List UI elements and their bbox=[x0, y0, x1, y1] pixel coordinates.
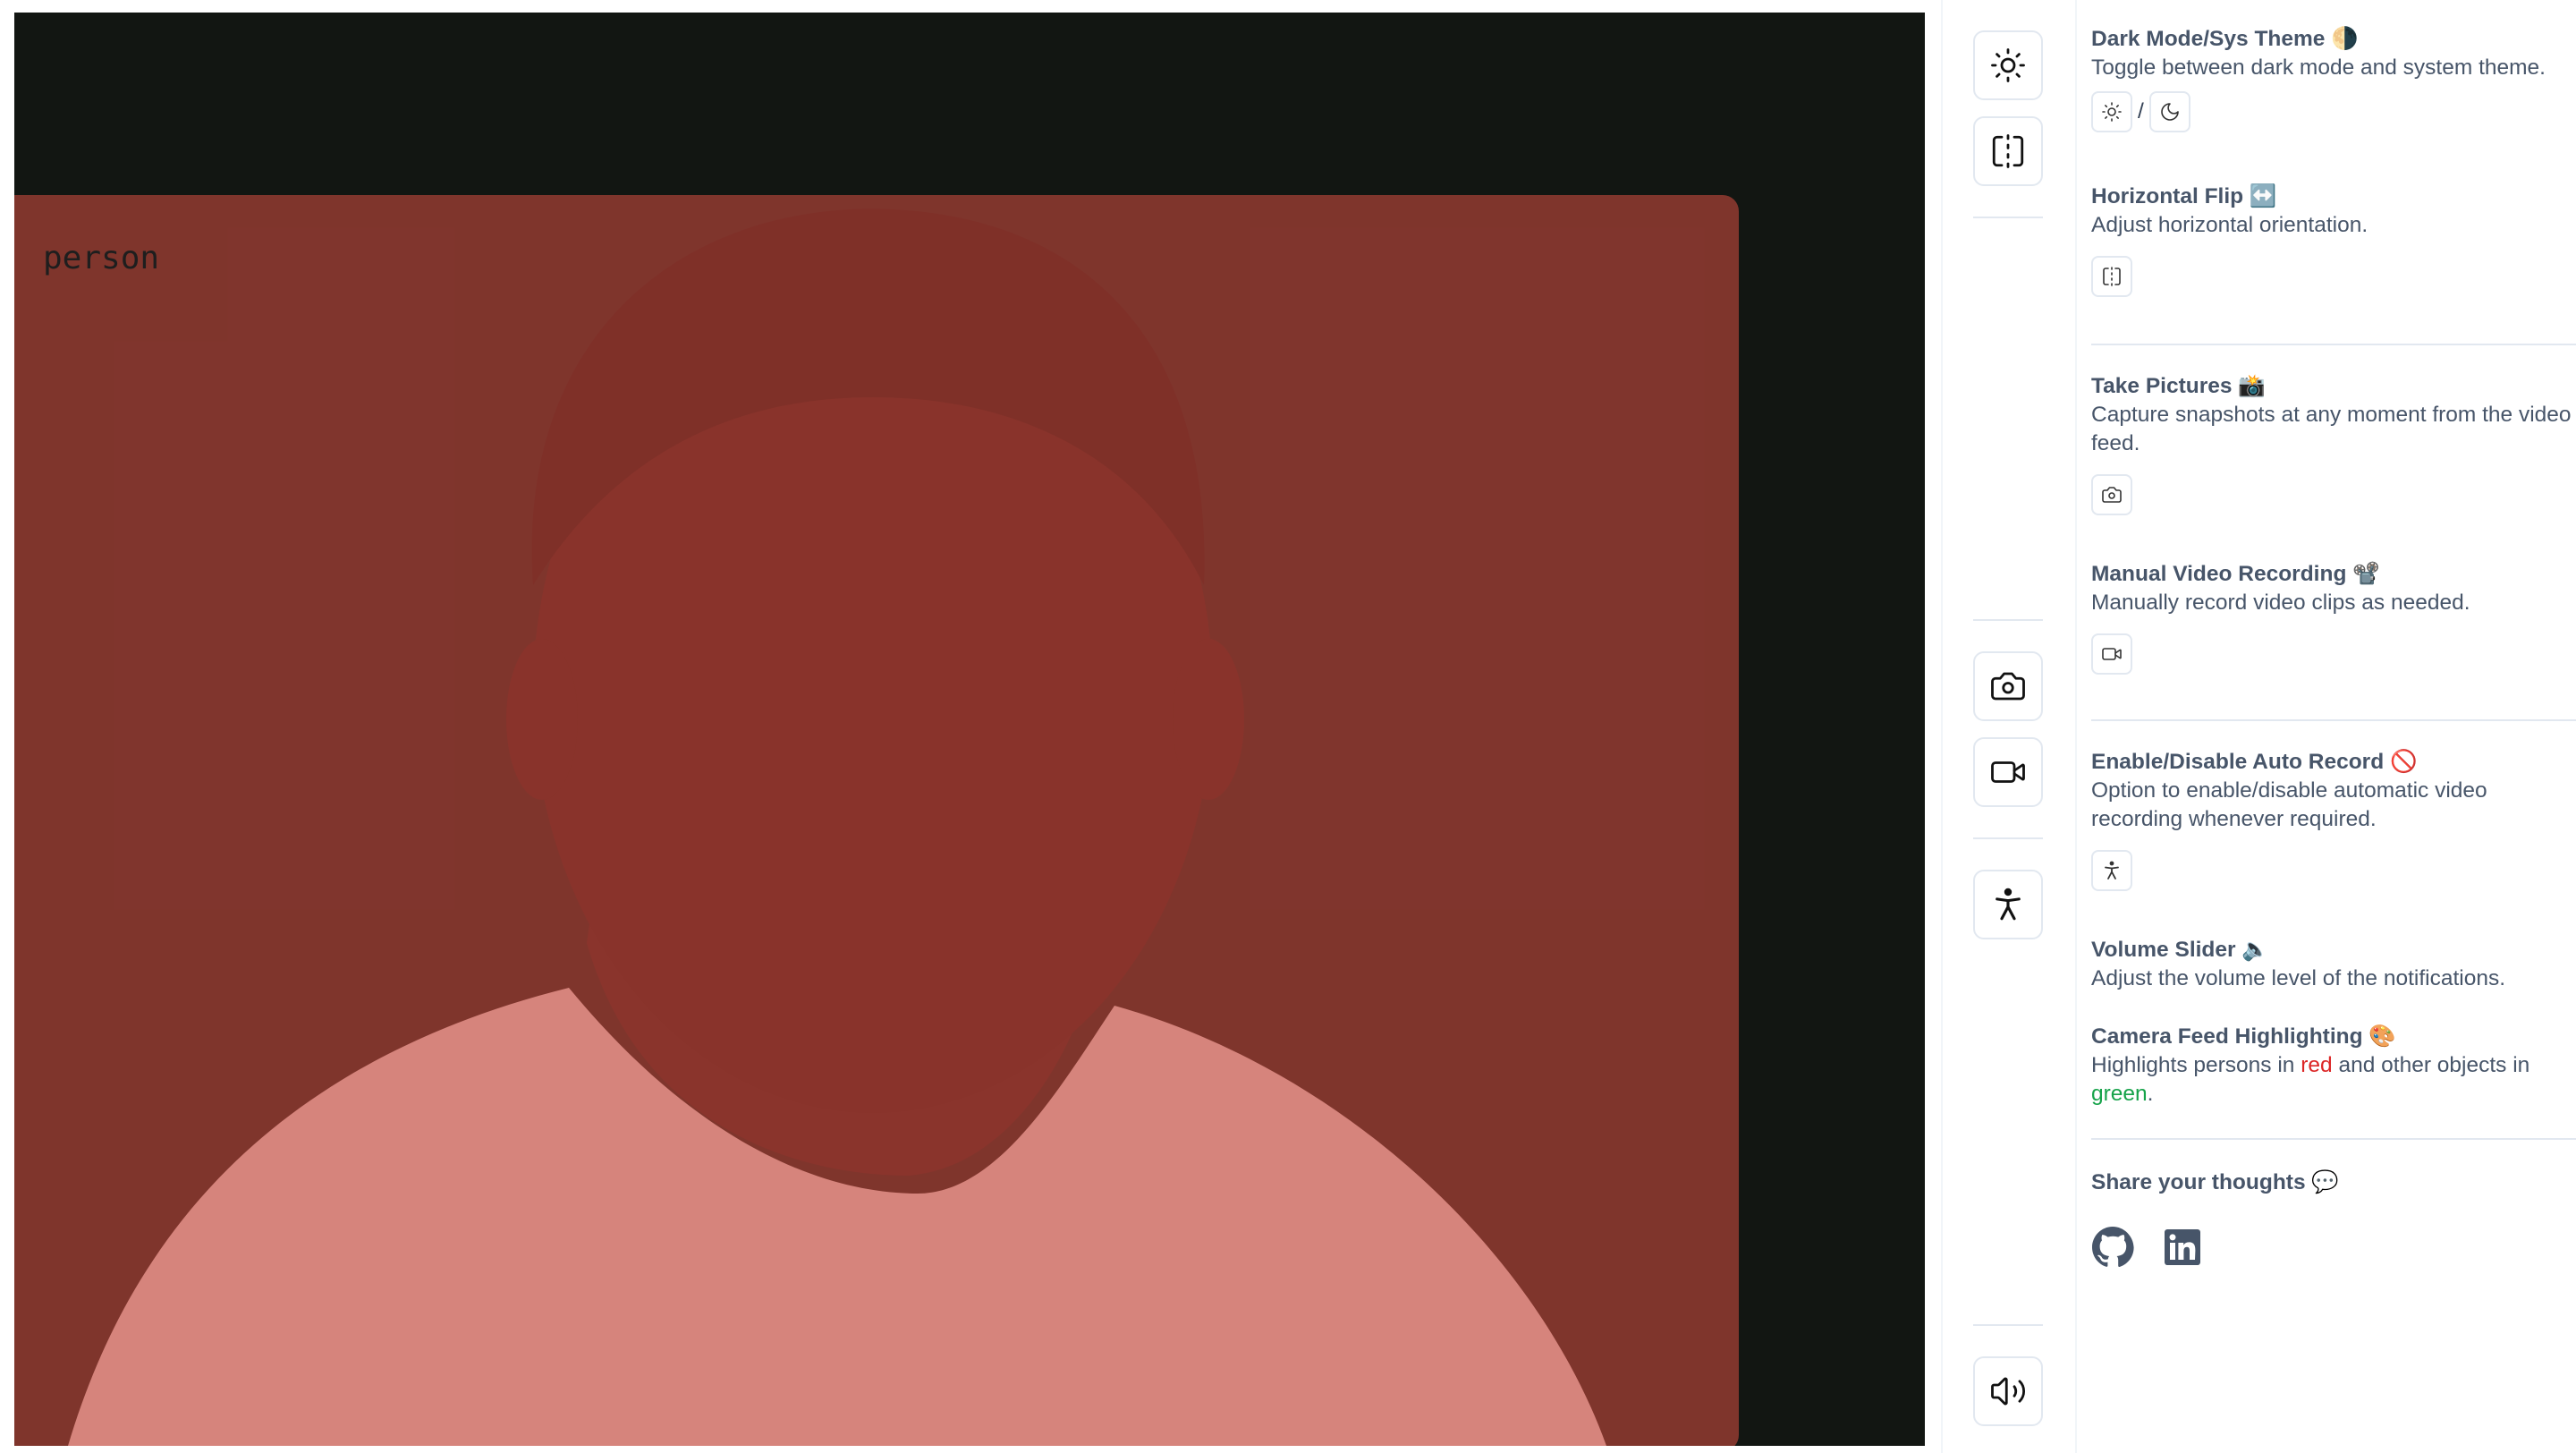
highlighting-desc-text: Highlights persons in bbox=[2091, 1053, 2301, 1077]
dark-mode-desc: Toggle between dark mode and system them… bbox=[2091, 55, 2546, 80]
auto-record-toggle-button[interactable] bbox=[1973, 870, 2043, 939]
auto-record-section: Enable/Disable Auto Record 🚫 Option to e… bbox=[2091, 748, 2574, 891]
detection-label: person bbox=[43, 240, 160, 276]
record-video-button[interactable] bbox=[1973, 737, 2043, 807]
toolbar-divider bbox=[1973, 619, 2043, 621]
theme-separator: / bbox=[2138, 99, 2144, 123]
camera-feed: person bbox=[14, 13, 1925, 1446]
person-detection-box bbox=[14, 195, 1739, 1446]
sun-icon bbox=[2102, 102, 2122, 122]
info-panel: Dark Mode/Sys Theme 🌗 Toggle between dar… bbox=[2091, 0, 2576, 1453]
panel-divider bbox=[2091, 719, 2576, 721]
camera-icon bbox=[1991, 672, 2025, 701]
theme-toggle-button[interactable] bbox=[1973, 30, 2043, 100]
flip-horizontal-icon bbox=[1992, 134, 2024, 168]
flip-mini-button[interactable] bbox=[2091, 256, 2132, 297]
volume-section: Volume Slider 🔈 Adjust the volume level … bbox=[2091, 936, 2574, 993]
highlighting-desc-text: and other objects in bbox=[2332, 1053, 2530, 1077]
volume-button[interactable] bbox=[1973, 1356, 2043, 1426]
toolbar-divider bbox=[1973, 1324, 2043, 1326]
take-pictures-section: Take Pictures 📸 Capture snapshots at any… bbox=[2091, 372, 2574, 515]
highlighting-desc-end: . bbox=[2147, 1082, 2154, 1106]
theme-mini-buttons: / bbox=[2091, 91, 2574, 132]
auto-record-desc: Option to enable/disable automatic video… bbox=[2091, 778, 2487, 831]
dark-mode-section: Dark Mode/Sys Theme 🌗 Toggle between dar… bbox=[2091, 25, 2574, 132]
volume-desc: Adjust the volume level of the notificat… bbox=[2091, 966, 2506, 990]
feedback-section: Share your thoughts 💬 bbox=[2091, 1168, 2574, 1197]
linkedin-link[interactable] bbox=[2161, 1226, 2204, 1277]
light-mode-mini-button[interactable] bbox=[2091, 91, 2132, 132]
auto-record-mini-button[interactable] bbox=[2091, 850, 2132, 891]
moon-icon bbox=[2161, 103, 2179, 121]
highlight-red-word: red bbox=[2301, 1053, 2333, 1077]
accessibility-person-icon bbox=[2105, 861, 2119, 879]
accessibility-person-icon bbox=[1996, 888, 2021, 921]
video-icon bbox=[2102, 648, 2122, 660]
recording-desc: Manually record video clips as needed. bbox=[2091, 591, 2470, 615]
pictures-desc: Capture snapshots at any moment from the… bbox=[2091, 403, 2572, 455]
highlight-green-word: green bbox=[2091, 1082, 2148, 1106]
camera-mini-button[interactable] bbox=[2091, 474, 2132, 515]
pictures-title: Take Pictures 📸 bbox=[2091, 374, 2266, 398]
auto-record-title: Enable/Disable Auto Record 🚫 bbox=[2091, 750, 2418, 774]
social-links bbox=[2091, 1226, 2204, 1277]
toolbar-divider bbox=[1973, 837, 2043, 839]
panel-divider bbox=[2091, 1138, 2576, 1140]
flip-desc: Adjust horizontal orientation. bbox=[2091, 213, 2368, 237]
github-link[interactable] bbox=[2091, 1226, 2134, 1277]
highlighting-desc: Highlights persons in red and other obje… bbox=[2091, 1051, 2574, 1109]
camera-icon bbox=[2102, 487, 2122, 503]
take-picture-button[interactable] bbox=[1973, 651, 2043, 721]
highlighting-section: Camera Feed Highlighting 🎨 Highlights pe… bbox=[2091, 1023, 2574, 1109]
recording-title: Manual Video Recording 📽️ bbox=[2091, 562, 2380, 586]
thoughts-title: Share your thoughts 💬 bbox=[2091, 1170, 2339, 1194]
github-icon bbox=[2092, 1227, 2134, 1268]
volume-title: Volume Slider 🔈 bbox=[2091, 938, 2269, 962]
dark-mode-mini-button[interactable] bbox=[2148, 91, 2190, 132]
toolbar bbox=[1941, 0, 2077, 1453]
video-mini-button[interactable] bbox=[2091, 633, 2132, 675]
dark-mode-title: Dark Mode/Sys Theme 🌗 bbox=[2091, 27, 2359, 51]
linkedin-icon bbox=[2165, 1229, 2200, 1265]
toolbar-divider bbox=[1973, 217, 2043, 218]
flip-title: Horizontal Flip ↔️ bbox=[2091, 184, 2277, 208]
manual-recording-section: Manual Video Recording 📽️ Manually recor… bbox=[2091, 560, 2574, 675]
flip-horizontal-icon bbox=[2103, 267, 2121, 286]
horizontal-flip-section: Horizontal Flip ↔️ Adjust horizontal ori… bbox=[2091, 183, 2574, 297]
sun-icon bbox=[1991, 48, 2025, 82]
panel-divider bbox=[2091, 344, 2576, 345]
video-icon bbox=[1991, 761, 2025, 783]
highlighting-title: Camera Feed Highlighting 🎨 bbox=[2091, 1024, 2396, 1049]
volume-icon bbox=[1991, 1377, 2026, 1406]
horizontal-flip-button[interactable] bbox=[1973, 116, 2043, 186]
